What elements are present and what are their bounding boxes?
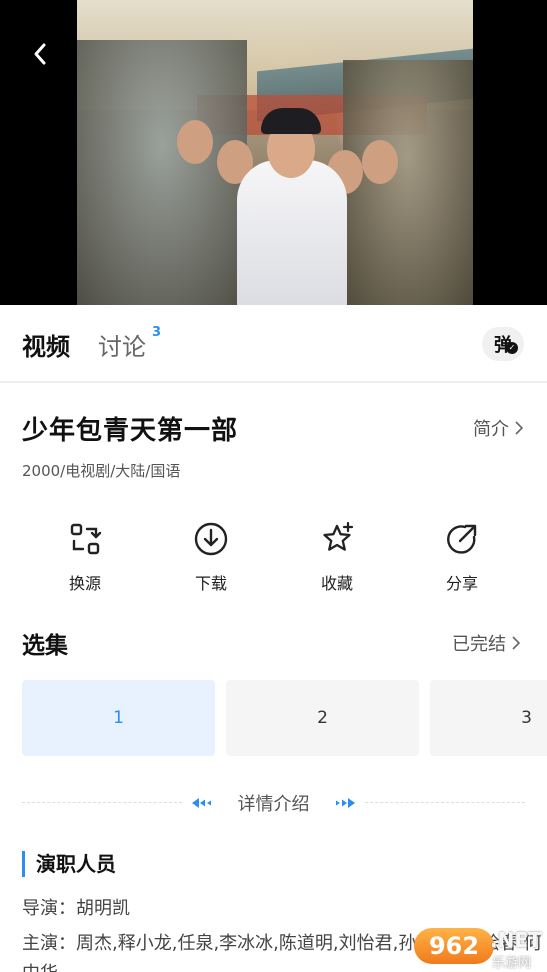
episode-item[interactable]: 3 — [430, 680, 547, 756]
action-label: 换源 — [68, 574, 101, 593]
detail-divider: 详情介绍 — [22, 790, 525, 816]
chevron-right-icon — [515, 421, 523, 435]
director-line: 导演：胡明凯 — [22, 898, 130, 919]
cast-heading: 演职人员 — [22, 851, 116, 877]
switch-source-button[interactable]: 换源 — [45, 520, 125, 594]
action-label: 分享 — [445, 574, 478, 593]
danmaku-toggle-button[interactable]: 弹 ✓ — [482, 327, 524, 361]
chevron-left-icon — [34, 43, 46, 65]
watermark-net: .NET — [490, 928, 542, 952]
watermark-badge: 962 — [414, 928, 494, 964]
show-meta: 2000/电视剧/大陆/国语 — [22, 462, 181, 480]
site-watermark: 962 .NET 乐游网 — [410, 922, 547, 972]
episodes-status-link[interactable]: 已完结 — [452, 630, 520, 656]
episode-item[interactable]: 1 — [22, 680, 215, 756]
detail-divider-label: 详情介绍 — [237, 794, 310, 815]
tab-video[interactable]: 视频 — [22, 327, 70, 362]
intro-link[interactable]: 简介 — [473, 415, 523, 441]
action-label: 收藏 — [320, 574, 353, 593]
switch-source-icon — [70, 523, 102, 555]
intro-label: 简介 — [473, 419, 509, 440]
double-arrow-right-icon — [336, 798, 355, 808]
watermark-sub: 乐游网 — [492, 956, 532, 971]
discuss-count-badge: 3 — [152, 325, 162, 340]
share-icon — [447, 524, 477, 554]
action-label: 下载 — [194, 574, 227, 593]
download-button[interactable]: 下载 — [171, 520, 251, 594]
action-bar: 换源 下载 收藏 分享 — [0, 520, 547, 600]
episodes-heading: 选集 — [22, 633, 68, 659]
video-player[interactable] — [0, 0, 547, 305]
tab-discuss[interactable]: 讨论 — [98, 327, 146, 362]
back-button[interactable] — [24, 38, 56, 70]
favorite-button[interactable]: 收藏 — [297, 520, 377, 594]
video-frame — [77, 0, 473, 305]
show-title: 少年包青天第一部 — [22, 416, 239, 446]
episode-item[interactable]: 2 — [226, 680, 419, 756]
star-add-icon — [323, 521, 354, 551]
tab-bar: 视频 讨论 3 弹 ✓ — [0, 305, 547, 383]
download-icon — [194, 522, 228, 556]
share-button[interactable]: 分享 — [422, 520, 502, 594]
episode-list[interactable]: 1 2 3 — [22, 680, 547, 756]
check-icon: ✓ — [506, 342, 518, 354]
episodes-status: 已完结 — [452, 634, 506, 655]
chevron-right-icon — [512, 636, 520, 650]
